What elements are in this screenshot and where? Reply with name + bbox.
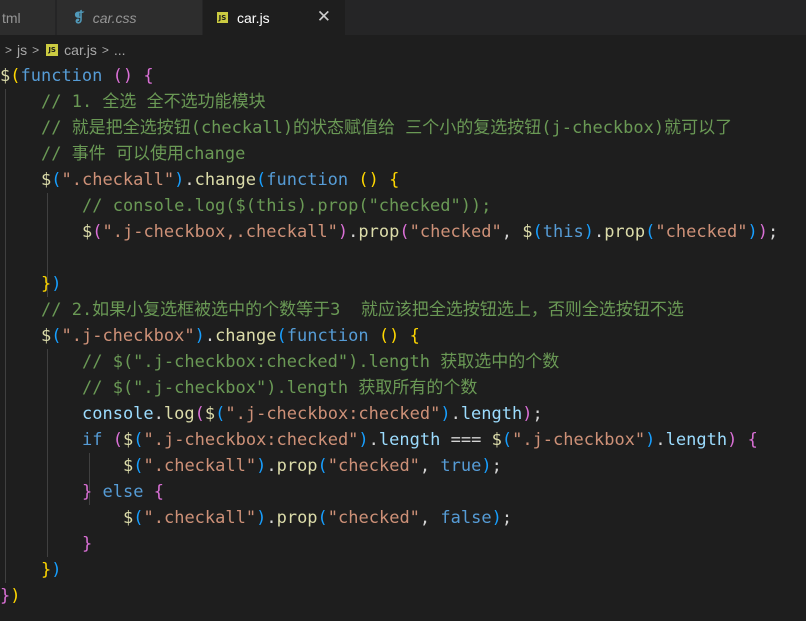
code-line[interactable]: $(".j-checkbox").change(function () { [0,323,420,349]
breadcrumb-item-symbol[interactable]: ... [114,42,126,58]
breadcrumb: > js > JS car.js > ... [0,38,126,62]
code-line[interactable]: // $(".j-checkbox:checked").length 获取选中的… [0,349,559,375]
code-line[interactable]: if ($(".j-checkbox:checked").length === … [0,427,758,453]
chevron-right-icon: > [5,43,13,57]
breadcrumb-item-folder[interactable]: js [17,42,27,58]
code-line[interactable]: // 2.如果小复选框被选中的个数等于3 就应该把全选按钮选上，否则全选按钮不选 [0,297,684,323]
tab-label: car.js [237,9,270,26]
code-line[interactable]: $(".checkall").change(function () { [0,167,399,193]
code-line[interactable]: $(".checkall").prop("checked", true); [0,453,502,479]
code-line[interactable]: // $(".j-checkbox").length 获取所有的个数 [0,375,477,401]
code-line[interactable]: }) [0,271,62,297]
code-line[interactable]: // console.log($(this).prop("checked")); [0,193,491,219]
code-line[interactable] [0,245,10,271]
breadcrumb-item-file[interactable]: car.js [64,42,97,58]
code-line[interactable]: } [0,531,92,557]
chevron-right-icon: > [101,43,109,57]
editor-tab-bar: tml ❡ car.css JS car.js ✕ [0,0,806,35]
code-line[interactable]: $(function () { [0,63,154,89]
code-line[interactable]: $(".j-checkbox,.checkall").prop("checked… [0,219,778,245]
code-line[interactable]: }) [0,583,21,609]
css-icon: ❡ [73,9,85,25]
close-icon[interactable]: ✕ [317,7,331,27]
code-line[interactable]: $(".checkall").prop("checked", false); [0,505,512,531]
js-icon: JS [217,12,228,23]
tab-label: car.css [92,9,137,26]
code-line[interactable]: // 就是把全选按钮(checkall)的状态赋值给 三个小的复选按钮(j-ch… [0,115,732,141]
tab-html[interactable]: tml [0,0,56,35]
tab-label: tml [2,9,21,26]
js-icon: JS [46,44,59,56]
code-line[interactable]: console.log($(".j-checkbox:checked").len… [0,401,543,427]
code-line[interactable]: }) [0,557,62,583]
tab-car-css[interactable]: ❡ car.css [57,0,203,35]
tab-car-js[interactable]: JS car.js ✕ [203,0,346,35]
code-line[interactable]: // 1. 全选 全不选功能模块 [0,89,266,115]
chevron-right-icon: > [32,43,40,57]
code-line[interactable]: } else { [0,479,164,505]
code-line[interactable]: // 事件 可以使用change [0,141,245,167]
